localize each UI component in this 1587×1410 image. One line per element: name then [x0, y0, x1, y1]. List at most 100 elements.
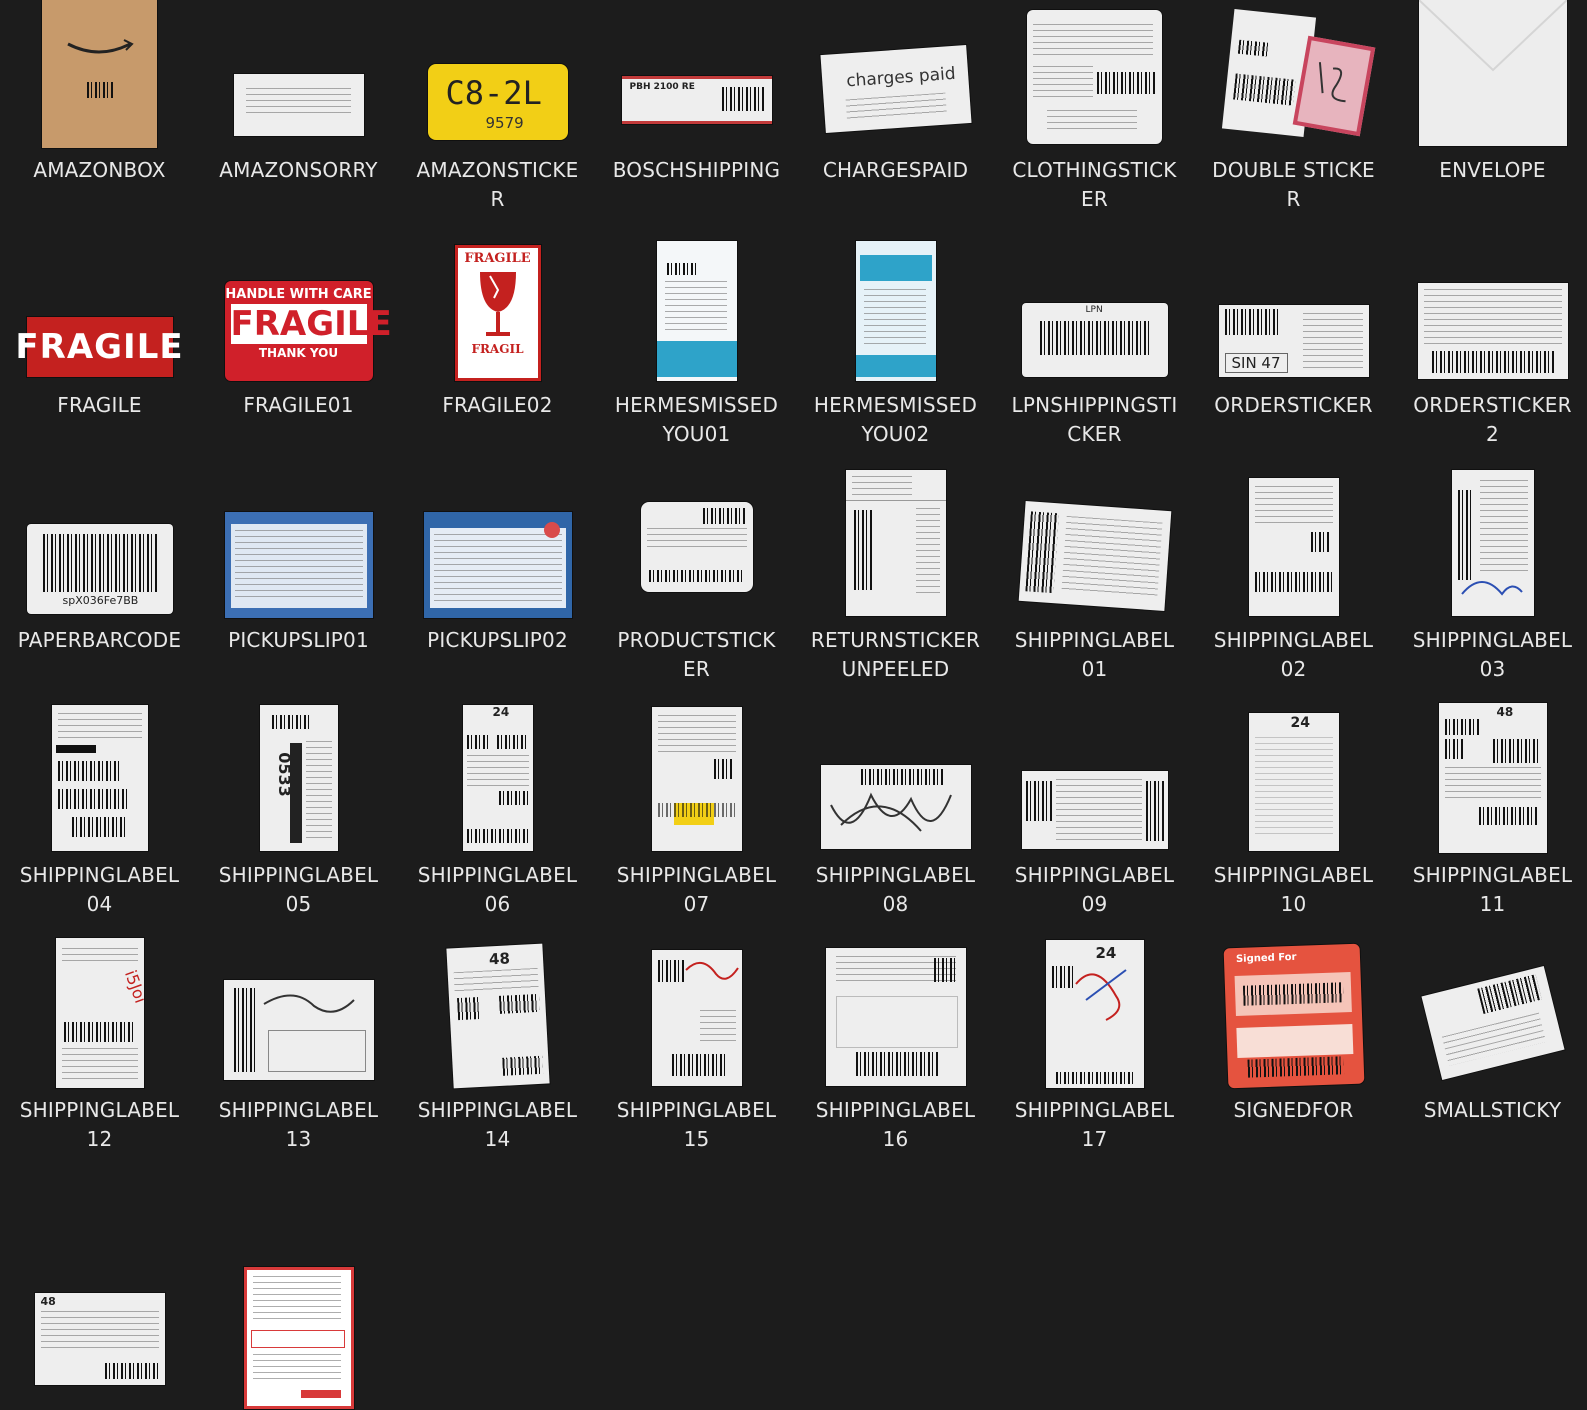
- file-tile[interactable]: HERMESMISSEDYOU01: [597, 235, 796, 470]
- file-label: PRODUCTSTICKER: [617, 628, 776, 681]
- file-label: SHIPPINGLABEL02: [1213, 628, 1374, 681]
- order-label-icon: [1417, 283, 1568, 379]
- file-tile[interactable]: SHIPPINGLABEL07: [597, 705, 796, 940]
- file-label: SHIPPINGLABEL06: [417, 863, 578, 916]
- file-tile[interactable]: 24 SHIPPINGLABEL06: [398, 705, 597, 940]
- file-tile[interactable]: SMALLSTICKY: [1393, 940, 1587, 1175]
- file-label: FRAGILE02: [442, 393, 553, 417]
- file-label: SIGNEDFOR: [1233, 1098, 1354, 1122]
- file-label: SHIPPINGLABEL16: [815, 1098, 976, 1151]
- double-label-icon: [1221, 9, 1375, 138]
- file-label: LPNSHIPPINGSTICKER: [1011, 393, 1178, 446]
- clothing-label-icon: [1027, 10, 1162, 144]
- file-tile[interactable]: i5Joi SHIPPINGLABEL12: [0, 938, 199, 1175]
- shipping-label-icon: [651, 707, 742, 851]
- file-tile[interactable]: [199, 1175, 398, 1410]
- shipping-label-icon: 48: [1438, 703, 1547, 853]
- file-label: PICKUPSLIP01: [228, 628, 369, 652]
- file-tile[interactable]: FRAGILE FRAGIL FRAGILE02: [398, 235, 597, 470]
- file-tile[interactable]: HERMESMISSEDYOU02: [796, 235, 995, 470]
- shipping-label-icon: [51, 705, 148, 851]
- file-tile[interactable]: 0533 SHIPPINGLABEL05: [199, 705, 398, 940]
- file-label: SMALLSTICKY: [1423, 1098, 1562, 1122]
- file-tile[interactable]: 48: [0, 1175, 199, 1410]
- file-tile[interactable]: SIN 47 ORDERSTICKER: [1194, 235, 1393, 470]
- shipping-label-icon: [1248, 478, 1339, 616]
- fragile-label-icon: FRAGILE: [15, 317, 183, 377]
- small-sticky-icon: [1420, 966, 1565, 1080]
- signed-for-label-icon: Signed For: [1223, 943, 1364, 1089]
- file-label: SHIPPINGLABEL14: [417, 1098, 578, 1151]
- file-label: SHIPPINGLABEL09: [1014, 863, 1175, 916]
- hermes-card-icon: [855, 241, 936, 381]
- shipping-label-icon: i5Joi: [55, 938, 144, 1088]
- file-tile[interactable]: SHIPPINGLABEL01: [995, 470, 1194, 705]
- file-tile[interactable]: HANDLE WITH CARE FRAGILE THANK YOU FRAGI…: [199, 235, 398, 470]
- file-label: PICKUPSLIP02: [427, 628, 568, 652]
- file-label: SHIPPINGLABEL03: [1412, 628, 1573, 681]
- shipping-label-icon: [651, 950, 742, 1086]
- file-tile[interactable]: 48 SHIPPINGLABEL14: [398, 940, 597, 1175]
- file-tile[interactable]: LPN LPNSHIPPINGSTICKER: [995, 235, 1194, 470]
- file-tile[interactable]: SHIPPINGLABEL13: [199, 940, 398, 1175]
- file-tile[interactable]: AMAZONBOX: [0, 0, 199, 235]
- file-label: SHIPPINGLABEL15: [616, 1098, 777, 1151]
- file-tile[interactable]: DOUBLE STICKER: [1194, 0, 1393, 235]
- file-grid: AMAZONBOX AMAZONSORRY C8-2L 9579 AMAZONS…: [0, 0, 1587, 1410]
- file-label: ORDERSTICKER2: [1413, 393, 1572, 446]
- yellow-sticker-icon: C8-2L 9579: [427, 64, 568, 140]
- file-tile[interactable]: AMAZONSORRY: [199, 0, 398, 235]
- file-tile[interactable]: FRAGILE FRAGILE: [0, 235, 199, 470]
- blue-slip-icon: [423, 512, 572, 618]
- file-label: FRAGILE: [57, 393, 142, 417]
- shipping-label-icon: [825, 948, 966, 1086]
- file-tile[interactable]: RETURNSTICKER UNPEELED: [796, 470, 995, 705]
- file-tile[interactable]: spX036Fe7BB PAPERBARCODE: [0, 470, 199, 705]
- file-label: CLOTHINGSTICKER: [1012, 158, 1177, 211]
- shipping-label-icon: 24: [1248, 713, 1339, 851]
- hermes-card-icon: [656, 241, 737, 381]
- file-label: SHIPPINGLABEL01: [1014, 628, 1175, 681]
- file-label: SHIPPINGLABEL10: [1213, 863, 1374, 916]
- file-label: SHIPPINGLABEL17: [1014, 1098, 1175, 1151]
- file-tile[interactable]: PBH 2100 RE BOSCHSHIPPING: [597, 0, 796, 235]
- file-tile[interactable]: ORDERSTICKER2: [1393, 235, 1587, 470]
- shipping-label-icon: 24: [1045, 940, 1144, 1088]
- cardboard-box-icon: [42, 0, 157, 148]
- shipping-label-icon: 24: [462, 705, 533, 851]
- file-tile[interactable]: charges paid CHARGESPAID: [796, 0, 995, 235]
- file-tile[interactable]: C8-2L 9579 AMAZONSTICKER: [398, 0, 597, 235]
- blue-slip-icon: [224, 512, 373, 618]
- file-label: SHIPPINGLABEL13: [218, 1098, 379, 1151]
- red-form-icon: [243, 1267, 354, 1409]
- shipping-label-icon: [820, 765, 971, 849]
- file-label: SHIPPINGLABEL07: [616, 863, 777, 916]
- shipping-label-icon: 0533: [259, 705, 338, 851]
- file-tile[interactable]: PICKUPSLIP02: [398, 470, 597, 705]
- file-tile[interactable]: SHIPPINGLABEL16: [796, 940, 995, 1175]
- file-tile[interactable]: PICKUPSLIP01: [199, 470, 398, 705]
- product-label-icon: [640, 502, 753, 592]
- file-tile[interactable]: Signed For SIGNEDFOR: [1194, 940, 1393, 1175]
- file-tile[interactable]: SHIPPINGLABEL04: [0, 705, 199, 940]
- file-label: SHIPPINGLABEL08: [815, 863, 976, 916]
- shipping-label-icon: 48: [445, 943, 550, 1089]
- file-label: HERMESMISSEDYOU01: [614, 393, 779, 446]
- file-tile[interactable]: SHIPPINGLABEL08: [796, 705, 995, 940]
- file-tile[interactable]: SHIPPINGLABEL02: [1194, 470, 1393, 705]
- file-tile[interactable]: 48 SHIPPINGLABEL11: [1393, 703, 1587, 940]
- shipping-label-icon: [1451, 470, 1534, 616]
- file-tile[interactable]: SHIPPINGLABEL09: [995, 705, 1194, 940]
- file-tile[interactable]: SHIPPINGLABEL15: [597, 940, 796, 1175]
- file-tile[interactable]: 24 SHIPPINGLABEL10: [1194, 705, 1393, 940]
- fragile-label-icon: HANDLE WITH CARE FRAGILE THANK YOU: [224, 281, 392, 381]
- file-tile[interactable]: PRODUCTSTICKER: [597, 470, 796, 705]
- file-tile[interactable]: SHIPPINGLABEL03: [1393, 470, 1587, 705]
- file-tile[interactable]: CLOTHINGSTICKER: [995, 0, 1194, 235]
- file-tile[interactable]: 24 SHIPPINGLABEL17: [995, 940, 1194, 1175]
- shipping-label-icon: 48: [34, 1293, 165, 1385]
- file-tile[interactable]: ENVELOPE: [1393, 0, 1587, 235]
- order-label-icon: SIN 47: [1218, 305, 1369, 377]
- file-label: FRAGILE01: [243, 393, 354, 417]
- red-strip-label-icon: PBH 2100 RE: [621, 76, 772, 124]
